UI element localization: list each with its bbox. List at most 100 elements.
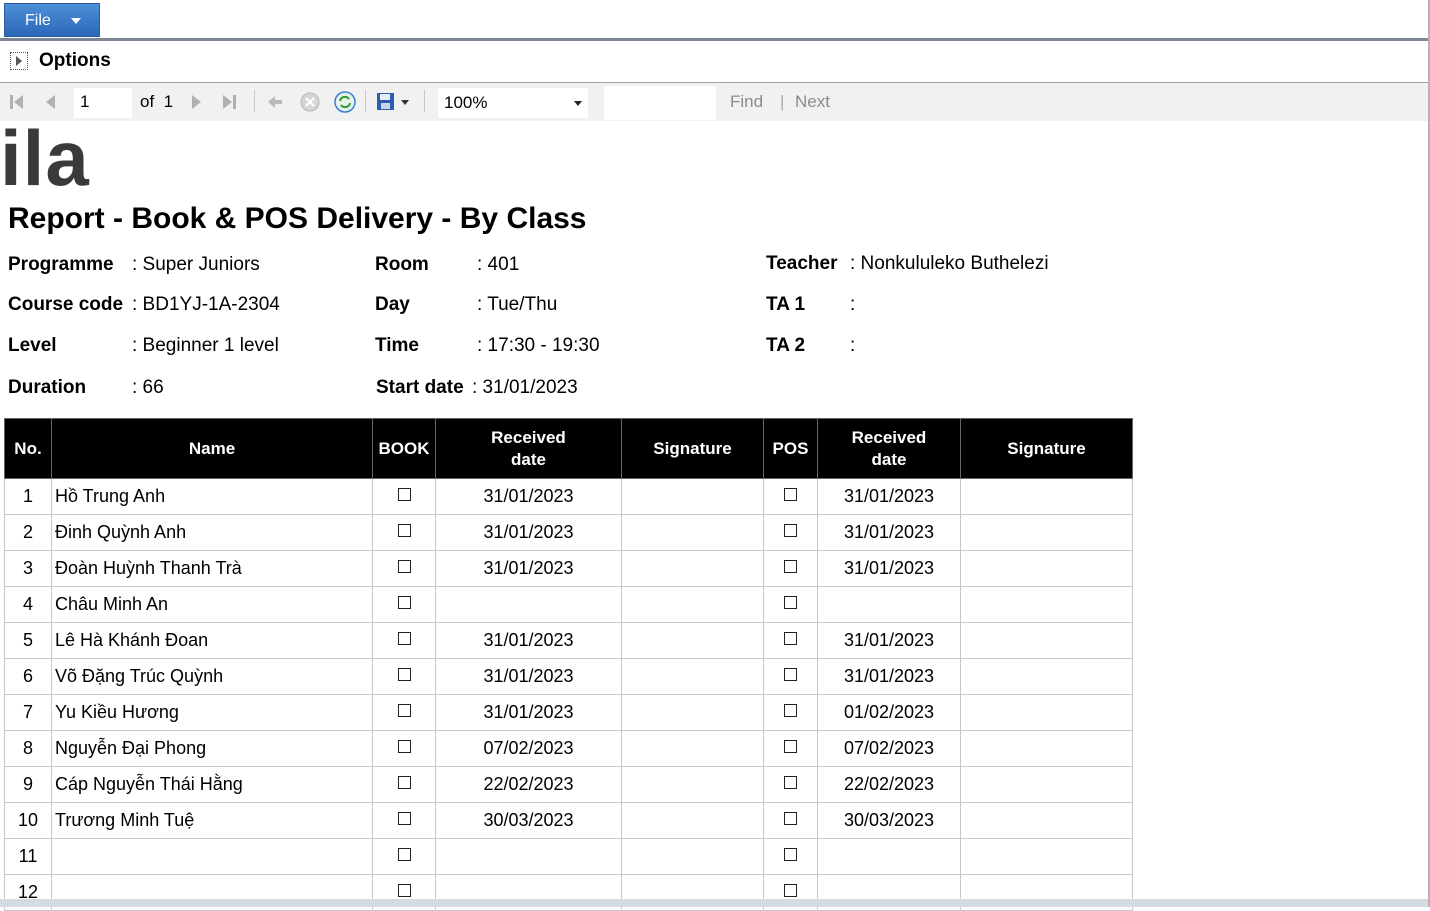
zoom-value: 100%	[444, 93, 488, 112]
programme-label: Programme	[8, 254, 114, 275]
menu-bar	[0, 0, 1430, 39]
book-signature-cell	[621, 478, 764, 515]
toolbar-separator	[424, 90, 425, 112]
student-name: Trương Minh Tuệ	[51, 802, 373, 839]
checkbox-icon	[784, 739, 797, 753]
page-total: 1	[163, 92, 174, 111]
level-value: : Beginner 1 level	[132, 335, 279, 356]
options-toggle[interactable]: Options	[39, 50, 111, 72]
student-name: Đinh Quỳnh Anh	[51, 514, 373, 551]
date-label: date	[511, 449, 546, 469]
table-row: 3 Đoàn Huỳnh Thanh Trà 31/01/2023 31/01/202…	[4, 550, 1133, 587]
previous-page-icon[interactable]	[42, 93, 60, 111]
expand-icon[interactable]	[10, 52, 28, 70]
book-signature-cell	[621, 514, 764, 551]
find-button[interactable]: Find	[730, 92, 763, 112]
pos-received-date: 07/02/2023	[817, 730, 961, 767]
pos-signature-cell	[960, 514, 1133, 551]
pos-received-date: 31/01/2023	[817, 550, 961, 587]
export-save-icon[interactable]	[375, 90, 413, 114]
back-icon[interactable]	[266, 93, 284, 111]
pos-received-date: 31/01/2023	[817, 658, 961, 695]
logo: ila	[0, 114, 90, 202]
pos-signature-cell	[960, 802, 1133, 839]
find-input[interactable]	[604, 86, 716, 120]
teacher-row: Teacher	[766, 253, 837, 275]
time-value: : 17:30 - 19:30	[477, 335, 600, 356]
book-signature-cell	[621, 622, 764, 659]
file-menu-button[interactable]: File	[4, 3, 100, 37]
pos-received-date: 01/02/2023	[817, 694, 961, 731]
student-name: Châu Minh An	[51, 586, 373, 623]
programme-value: : Super Juniors	[132, 254, 260, 275]
checkbox-icon	[784, 883, 797, 897]
book-received-date: 31/01/2023	[435, 478, 622, 515]
checkbox-icon	[784, 595, 797, 609]
book-received-date: 31/01/2023	[435, 622, 622, 659]
file-menu-label: File	[25, 12, 51, 29]
menu-divider	[0, 38, 1430, 41]
checkbox-icon	[397, 559, 411, 573]
row-number: 10	[4, 802, 52, 839]
pos-checkbox	[763, 802, 818, 839]
options-bar	[0, 42, 1430, 83]
ta1-row: TA 1	[766, 294, 805, 316]
student-name: Yu Kiều Hương	[51, 694, 373, 731]
col-no: No.	[4, 418, 52, 479]
table-row: 2 Đinh Quỳnh Anh 31/01/2023 31/01/2023	[4, 514, 1133, 551]
pos-checkbox	[763, 658, 818, 695]
student-name: Võ Đặng Trúc Quỳnh	[51, 658, 373, 695]
delivery-table: No. Name BOOK Received date Signature POS…	[4, 418, 1133, 911]
pos-checkbox	[763, 766, 818, 803]
last-page-icon[interactable]	[220, 93, 238, 111]
pos-received-date	[817, 586, 961, 623]
book-signature-cell	[621, 694, 764, 731]
stop-icon[interactable]	[299, 91, 321, 113]
first-page-icon[interactable]	[8, 93, 26, 111]
checkbox-icon	[397, 703, 411, 717]
book-checkbox	[372, 514, 436, 551]
of-text: of	[140, 92, 155, 111]
row-number: 7	[4, 694, 52, 731]
book-signature-cell	[621, 550, 764, 587]
book-signature-cell	[621, 766, 764, 803]
start-date-value: : 31/01/2023	[472, 377, 578, 398]
checkbox-icon	[784, 667, 797, 681]
checkbox-icon	[397, 739, 411, 753]
book-received-date: 31/01/2023	[435, 658, 622, 695]
col-pos-signature: Signature	[960, 418, 1133, 479]
checkbox-icon	[397, 847, 411, 861]
pos-checkbox	[763, 622, 818, 659]
zoom-select[interactable]: 100%	[438, 88, 588, 118]
pos-signature-cell	[960, 730, 1133, 767]
find-next-button[interactable]: Next	[795, 92, 830, 112]
ta2-label: TA 2	[766, 335, 806, 356]
pos-signature-cell	[960, 478, 1133, 515]
checkbox-icon	[397, 811, 411, 825]
teacher-label: Teacher	[766, 253, 838, 274]
book-signature-cell	[621, 802, 764, 839]
pos-received-date: 31/01/2023	[817, 514, 961, 551]
pos-checkbox	[763, 838, 818, 875]
pos-received-date: 22/02/2023	[817, 766, 961, 803]
duration-row: Duration	[8, 377, 86, 399]
checkbox-icon	[397, 523, 411, 537]
checkbox-icon	[784, 487, 797, 501]
book-checkbox	[372, 658, 436, 695]
room-label: Room	[375, 254, 429, 275]
course-value: : BD1YJ-1A-2304	[132, 294, 280, 315]
day-value: : Tue/Thu	[477, 294, 558, 315]
ta2-row: TA 2	[766, 335, 805, 357]
col-pos: POS	[763, 418, 818, 479]
pos-received-date: 31/01/2023	[817, 478, 961, 515]
refresh-icon[interactable]	[333, 90, 357, 114]
pos-checkbox	[763, 586, 818, 623]
book-checkbox	[372, 550, 436, 587]
next-page-icon[interactable]	[187, 93, 205, 111]
pos-signature-cell	[960, 622, 1133, 659]
book-checkbox	[372, 622, 436, 659]
checkbox-icon	[784, 775, 797, 789]
programme-row: Programme	[8, 254, 114, 276]
book-signature-cell	[621, 730, 764, 767]
col-book: BOOK	[372, 418, 436, 479]
